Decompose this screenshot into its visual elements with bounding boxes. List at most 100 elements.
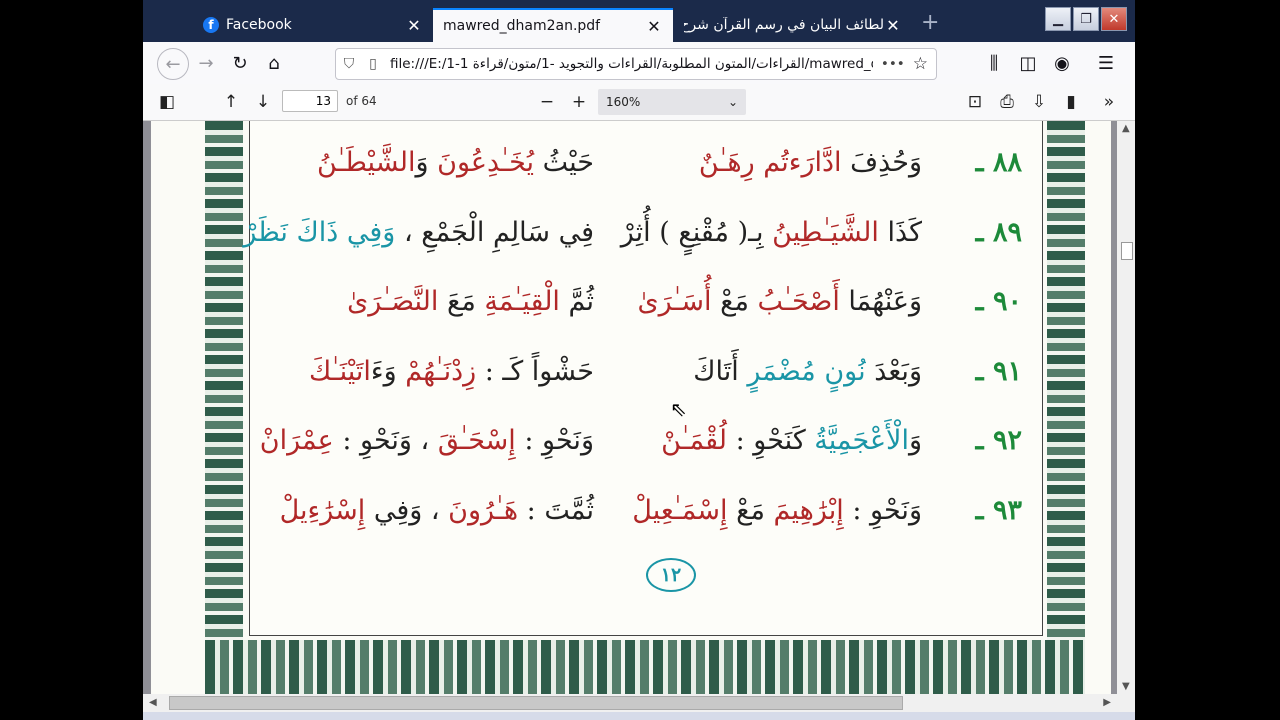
bookmark-star-icon[interactable]: ☆ — [913, 54, 936, 74]
presentation-mode-icon[interactable]: ⊡ — [963, 90, 987, 114]
toggle-sidebar-icon[interactable]: ◧ — [155, 90, 179, 114]
tab-label: mawred_dham2an.pdf — [443, 18, 601, 34]
back-button[interactable]: ← — [157, 48, 189, 80]
zoom-out-icon[interactable]: − — [535, 90, 559, 114]
verse-row: ٩٠ ـ وَعَنْهُمَا أَصْحَـٰبُ مَعْ أُسَـٰرَ… — [250, 282, 1042, 332]
vertical-scroll-thumb[interactable] — [1121, 242, 1133, 260]
verse-second-hemistich: حَيْثُ يُخَـٰدِعُونَ وَالشَّيْطَـٰنُ — [317, 147, 594, 178]
horizontal-scrollbar[interactable]: ◀ ▶ — [143, 694, 1135, 712]
close-tab-icon[interactable]: ✕ — [645, 17, 663, 36]
tab-pdf[interactable]: mawred_dham2an.pdf ✕ — [433, 8, 673, 42]
verse-word: وَحُذِفَ — [841, 147, 922, 178]
verse-word: ، وَنَحْوِ : — [333, 425, 438, 456]
close-tab-icon[interactable]: ✕ — [405, 16, 423, 35]
url-text[interactable]: file:///E:/1-1 القراءات/المتون المطلوبة/… — [384, 56, 873, 72]
verse-word: زِدْنَـٰهُمْ — [405, 356, 477, 387]
document-viewport[interactable]: ٨٨ ـ وَحُذِفَ ادَّارَءتُم رِهَـٰنٌ حَيْثُ … — [143, 121, 1117, 694]
next-page-icon[interactable]: ↓ — [251, 90, 275, 114]
verse-word: وَ — [908, 425, 922, 456]
verse-word: اتَيْنَـٰكَ — [308, 356, 371, 387]
previous-page-icon[interactable]: ↑ — [219, 90, 243, 114]
verse-word: إِسْرَٰءِيلْ — [279, 495, 366, 526]
verse-second-hemistich: ثُمَّتَ : هَـٰرُونَ ، وَفِي إِسْرَٰءِيلْ — [280, 495, 594, 526]
verse-word: كَذَا — [878, 217, 922, 248]
forward-button[interactable]: → — [193, 50, 219, 76]
verse-word: فِي سَالِمِ الْجَمْعِ ، — [395, 217, 594, 248]
pdf-toolbar: ◧ ↑ ↓ 13 of 64 − + 160% ⌄ ⊡ ⎙ ⇩ ▮ » — [143, 84, 1135, 121]
verse-word: إِسْحَـٰقَ — [437, 425, 516, 456]
verse-word: أَصْحَـٰبُ — [757, 286, 840, 317]
verse-first-hemistich: وَالْأَعْجَمِيَّةُ كَنَحْوِ : لُقْمَـٰنْ — [661, 425, 922, 456]
verse-first-hemistich: وَعَنْهُمَا أَصْحَـٰبُ مَعْ أُسَـٰرَىٰ — [637, 286, 922, 317]
save-icon[interactable]: ⇩ — [1027, 90, 1051, 114]
facebook-icon: f — [203, 17, 219, 33]
close-tab-icon[interactable]: ✕ — [884, 16, 902, 35]
verse-second-hemistich: فِي سَالِمِ الْجَمْعِ ، وَفِي ذَاكَ نَظَ… — [243, 217, 594, 248]
tools-icon[interactable]: » — [1097, 90, 1121, 114]
verse-word: الْأَعْجَمِيَّةُ — [814, 425, 909, 456]
verse-row: ٩٢ ـ وَالْأَعْجَمِيَّةُ كَنَحْوِ : لُقْمَ… — [250, 421, 1042, 471]
close-window-icon[interactable]: ✕ — [1101, 7, 1127, 31]
verse-word: وَفِي ذَاكَ نَظَرْ — [243, 217, 396, 248]
verse-word: إِبْرَٰهِيمَ — [773, 495, 844, 526]
verse-word: هَـٰرُونَ — [448, 495, 519, 526]
bookmark-icon[interactable]: ▮ — [1059, 90, 1083, 114]
new-tab-button[interactable]: + — [921, 10, 939, 35]
zoom-in-icon[interactable]: + — [567, 90, 591, 114]
library-icon[interactable]: ⫼ — [981, 50, 1007, 76]
verse-word: يُخَـٰدِعُونَ — [437, 147, 535, 178]
url-bar[interactable]: ⛉ ▯ file:///E:/1-1 القراءات/المتون المطل… — [335, 48, 937, 80]
chevron-down-icon: ⌄ — [727, 95, 738, 109]
text-area: ٨٨ ـ وَحُذِفَ ادَّارَءتُم رِهَـٰنٌ حَيْثُ … — [243, 121, 1043, 636]
verse-number: ٩٣ ـ — [975, 495, 1022, 526]
tab-facebook[interactable]: f Facebook ✕ — [193, 8, 433, 42]
verse-row: ٩١ ـ وَبَعْدَ نُونٍ مُضْمَرٍ أَتَاكَ حَشْو… — [250, 352, 1042, 402]
verse-row: ٨٩ ـ كَذَا الشَّيَـٰطِينُ بِـ( مُقْنِعٍ )… — [243, 213, 1042, 263]
verse-word: ثُمَّ — [559, 286, 595, 317]
horizontal-scroll-thumb[interactable] — [169, 696, 903, 710]
verse-word: الشَّيْطَـٰنُ — [316, 147, 416, 178]
verse-word: مَعَ — [438, 286, 485, 317]
mouse-cursor-icon: ⇖ — [670, 397, 687, 421]
scroll-right-icon[interactable]: ▶ — [1103, 697, 1111, 708]
frame-border-bottom — [205, 640, 1085, 694]
verse-word: حَشْواً كَـ : — [476, 356, 594, 387]
minimize-icon[interactable]: ▁ — [1045, 7, 1071, 31]
verse-word: النَّصَـٰرَىٰ — [347, 286, 439, 317]
verse-word: مَعْ — [711, 286, 758, 317]
account-icon[interactable]: ◉ — [1049, 50, 1075, 76]
verse-word: بِـ( مُقْنِعٍ ) أُثِرْ — [620, 217, 773, 248]
verse-word: إِسْمَـٰعِيلْ — [632, 495, 728, 526]
pdf-page: ٨٨ ـ وَحُذِفَ ادَّارَءتُم رِهَـٰنٌ حَيْثُ … — [151, 121, 1111, 694]
verse-word: ، وَفِي — [365, 495, 449, 526]
file-icon: ▯ — [369, 56, 377, 72]
scroll-left-icon[interactable]: ◀ — [149, 697, 157, 708]
sidebar-toggle-icon[interactable]: ◫ — [1015, 50, 1041, 76]
page-count: of 64 — [346, 94, 377, 108]
maximize-icon[interactable]: ❐ — [1073, 7, 1099, 31]
zoom-select[interactable]: 160% ⌄ — [598, 89, 746, 115]
verse-word: وَنَحْوِ : — [843, 495, 922, 526]
scroll-up-icon[interactable]: ▲ — [1122, 123, 1130, 134]
scroll-down-icon[interactable]: ▼ — [1122, 681, 1130, 692]
verse-word: كَنَحْوِ : — [727, 425, 815, 456]
reload-icon[interactable]: ↻ — [227, 50, 253, 76]
shield-icon[interactable]: ⛉ — [336, 56, 362, 72]
home-icon[interactable]: ⌂ — [261, 50, 287, 76]
page-actions-button[interactable]: ••• — [873, 56, 913, 72]
verse-word — [755, 147, 764, 178]
verse-number: ٩١ ـ — [975, 356, 1022, 387]
page-number-input[interactable]: 13 — [282, 90, 338, 112]
verse-number: ٩٠ ـ — [975, 286, 1022, 317]
vertical-scrollbar[interactable]: ▲ ▼ — [1117, 121, 1135, 694]
verse-word: أُسَـٰرَىٰ — [637, 286, 712, 317]
tab-lataif[interactable]: لطائف البيان في رسم القرآن شرح مورد ✕ — [674, 8, 912, 42]
ornamental-frame: ٨٨ ـ وَحُذِفَ ادَّارَءتُم رِهَـٰنٌ حَيْثُ … — [205, 121, 1085, 694]
print-icon[interactable]: ⎙ — [995, 90, 1019, 114]
verse-number: ٨٩ ـ — [975, 217, 1022, 248]
menu-icon[interactable]: ☰ — [1093, 50, 1119, 76]
frame-border-right — [1047, 121, 1085, 661]
verse-row: ٨٨ ـ وَحُذِفَ ادَّارَءتُم رِهَـٰنٌ حَيْثُ … — [250, 143, 1042, 193]
verse-word: وَءَ — [370, 356, 406, 387]
verse-first-hemistich: وَبَعْدَ نُونٍ مُضْمَرٍ أَتَاكَ — [693, 356, 922, 387]
